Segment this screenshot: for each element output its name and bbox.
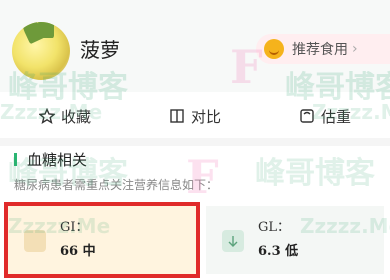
section-subtitle: 糖尿病患者需重点关注营养信息如下：: [14, 178, 219, 192]
food-header: 菠萝 推荐食用 ›: [0, 0, 390, 92]
estimate-weight-button[interactable]: 估重: [260, 98, 390, 134]
estimate-weight-label: 估重: [320, 107, 351, 126]
action-bar: 收藏 对比 估重: [0, 98, 390, 134]
favorite-button[interactable]: 收藏: [0, 98, 130, 134]
arrow-down-icon: [222, 230, 244, 252]
favorite-label: 收藏: [60, 107, 91, 126]
compare-icon: [170, 109, 184, 123]
accent-bar: [14, 153, 17, 166]
watermark-text: 峰哥博客: [255, 156, 375, 191]
highlight-box: [4, 202, 200, 278]
pineapple-image: [12, 22, 70, 80]
section-title: 血糖相关: [14, 149, 87, 170]
chevron-right-icon: ›: [352, 41, 358, 57]
gl-value: 6.3 低: [258, 244, 299, 259]
compare-button[interactable]: 对比: [130, 98, 260, 134]
smile-icon: [264, 39, 284, 59]
food-name: 菠萝: [80, 38, 120, 62]
gl-card[interactable]: GL： 6.3 低: [206, 206, 384, 274]
gl-label: GL：: [258, 220, 291, 235]
recommend-label: 推荐食用: [292, 42, 348, 58]
section-divider: [0, 138, 390, 146]
gi-card[interactable]: GI： 66 中: [4, 202, 200, 278]
star-icon: [38, 108, 55, 124]
scale-icon: [300, 109, 314, 123]
compare-label: 对比: [190, 107, 221, 126]
recommend-button[interactable]: 推荐食用 ›: [256, 34, 390, 64]
blood-sugar-title: 血糖相关: [27, 151, 88, 169]
